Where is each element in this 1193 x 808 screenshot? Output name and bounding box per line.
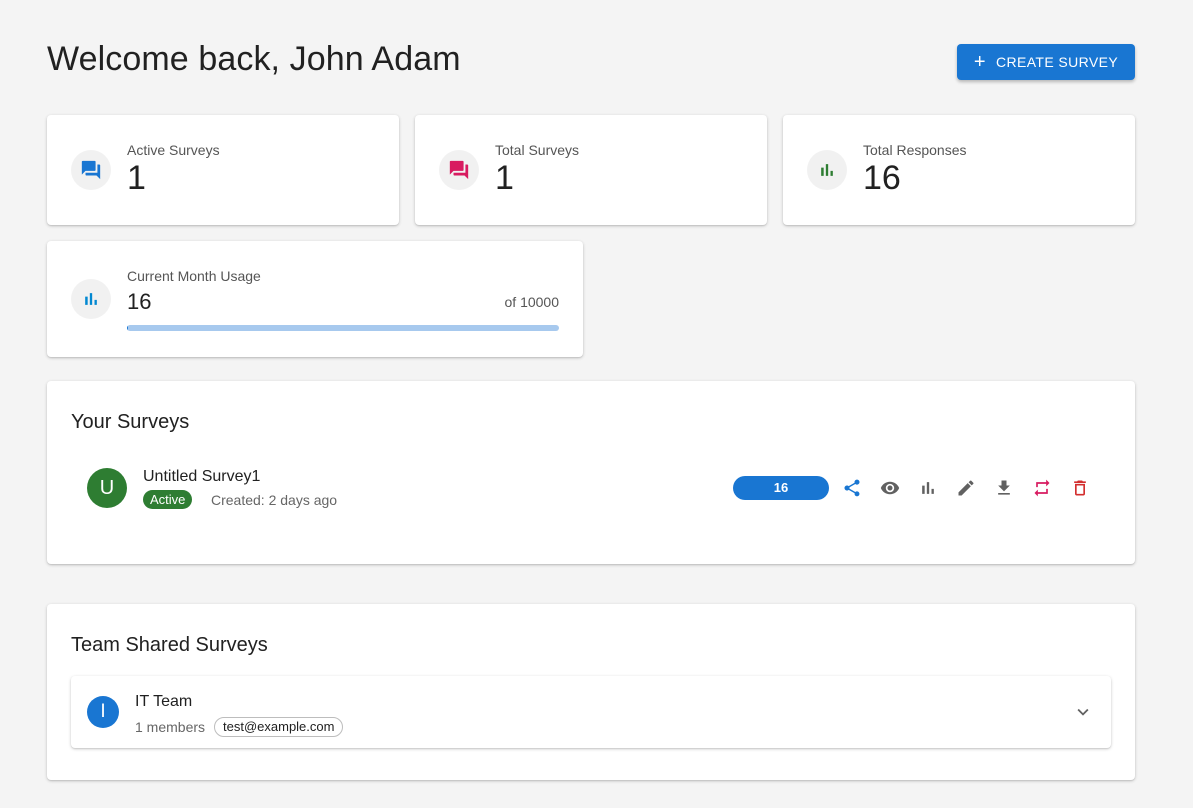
- section-title: Team Shared Surveys: [71, 634, 268, 656]
- analytics-icon[interactable]: [916, 476, 940, 500]
- stat-card-active-surveys: Active Surveys 1: [47, 115, 399, 225]
- survey-name: Untitled Survey1: [143, 468, 261, 485]
- avatar: U: [87, 468, 127, 508]
- avatar: I: [87, 696, 119, 728]
- stat-card-total-responses: Total Responses 16: [783, 115, 1135, 225]
- stat-label: Total Surveys: [495, 142, 580, 158]
- stat-card-total-surveys: Total Surveys 1: [415, 115, 767, 225]
- team-name: IT Team: [135, 693, 193, 710]
- delete-icon[interactable]: [1068, 476, 1092, 500]
- create-survey-label: CREATE SURVEY: [995, 54, 1119, 70]
- stat-label: Active Surveys: [127, 142, 220, 158]
- forum-icon: [439, 150, 479, 190]
- responses-badge[interactable]: 16 responses: [733, 476, 829, 519]
- usage-progress-bar: [127, 325, 559, 331]
- usage-value: 16: [127, 289, 152, 314]
- forum-icon: [71, 150, 111, 190]
- stat-value: 1: [127, 159, 146, 197]
- page-title: Welcome back, John Adam: [47, 40, 461, 78]
- member-email-chip: test@example.com: [214, 717, 344, 737]
- usage-progress-fill: [127, 325, 128, 331]
- chevron-down-icon[interactable]: [1071, 700, 1095, 724]
- stat-value: 16: [863, 159, 901, 197]
- download-icon[interactable]: [992, 476, 1016, 500]
- bar-chart-icon: [71, 279, 111, 319]
- usage-label: Current Month Usage: [127, 268, 261, 284]
- team-member-count: 1 members: [135, 719, 206, 735]
- created-date: Created: 2 days ago: [211, 492, 338, 508]
- stat-value: 1: [495, 159, 514, 197]
- stat-label: Total Responses: [863, 142, 967, 158]
- usage-limit: of 10000: [504, 294, 560, 310]
- usage-card: Current Month Usage 16 of 10000: [47, 241, 583, 357]
- plus-icon: +: [973, 51, 986, 73]
- status-badge: Active: [143, 490, 193, 509]
- share-icon[interactable]: [840, 476, 864, 500]
- bar-chart-icon: [807, 150, 847, 190]
- section-title: Your Surveys: [71, 411, 190, 433]
- edit-icon[interactable]: [954, 476, 978, 500]
- team-accordion-item[interactable]: I IT Team 1 members test@example.com: [71, 676, 1111, 748]
- create-survey-button[interactable]: + CREATE SURVEY: [957, 44, 1135, 80]
- your-surveys-card: Your Surveys U Untitled Survey1 Active C…: [47, 381, 1135, 564]
- repeat-icon[interactable]: [1030, 476, 1054, 500]
- team-surveys-card: Team Shared Surveys I IT Team 1 members …: [47, 604, 1135, 780]
- view-icon[interactable]: [878, 476, 902, 500]
